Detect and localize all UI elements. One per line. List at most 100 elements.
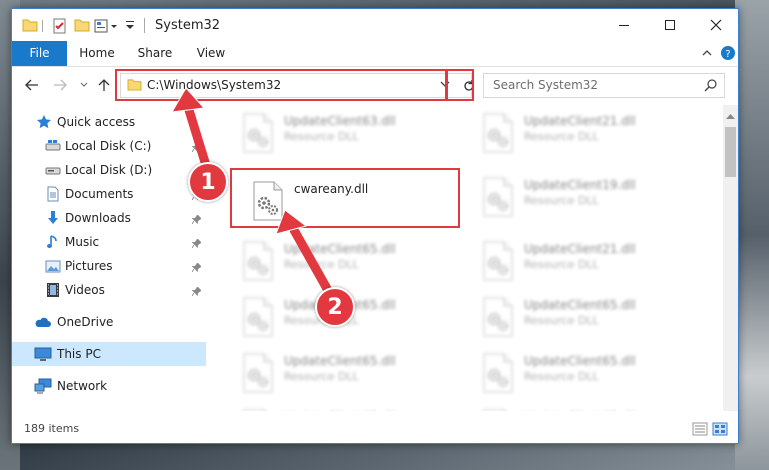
separator bbox=[42, 20, 44, 35]
file-item[interactable]: UpdateClient65.dll Resource DLL bbox=[472, 347, 702, 397]
file-item[interactable]: UpdateClient21.dll Resource DLL bbox=[472, 235, 702, 285]
large-icons-view-icon[interactable] bbox=[712, 422, 728, 436]
file-name: UpdateClient63.dll bbox=[284, 114, 396, 128]
dll-file-icon bbox=[240, 297, 276, 337]
up-button[interactable] bbox=[94, 76, 114, 94]
dll-file-icon bbox=[480, 297, 516, 337]
sidebar-item-local-disk-c[interactable]: Local Disk (C:) bbox=[12, 134, 206, 158]
sidebar-item-label: Music bbox=[65, 235, 100, 249]
computer-icon bbox=[34, 346, 52, 362]
close-button[interactable] bbox=[693, 9, 738, 41]
details-view-icon[interactable] bbox=[692, 422, 708, 436]
step-2-badge: 2 bbox=[315, 287, 355, 327]
file-type: Resource DLL bbox=[284, 130, 359, 143]
help-icon[interactable]: ? bbox=[720, 45, 736, 64]
pin-icon[interactable] bbox=[191, 213, 202, 227]
file-type: Resource DLL bbox=[524, 130, 599, 143]
forward-button[interactable] bbox=[50, 76, 70, 94]
customize-toolbar-icon[interactable] bbox=[94, 18, 122, 37]
file-item[interactable]: UpdateClient65.dllResource DLL bbox=[472, 403, 702, 411]
sidebar-item-label: Local Disk (C:) bbox=[65, 139, 152, 153]
downloads-icon bbox=[45, 210, 61, 226]
sidebar-item-network[interactable]: Network bbox=[12, 374, 206, 398]
maximize-button[interactable] bbox=[647, 9, 693, 41]
scroll-up-icon[interactable] bbox=[726, 108, 735, 122]
documents-icon bbox=[45, 186, 61, 202]
search-input[interactable]: Search System32 bbox=[493, 78, 598, 92]
file-type: Resource DLL bbox=[524, 370, 599, 383]
properties-icon[interactable] bbox=[52, 18, 68, 37]
file-item[interactable]: UpdateClient21.dll Resource DLL bbox=[472, 107, 702, 157]
minimize-button[interactable] bbox=[601, 9, 647, 41]
file-type: Resource DLL bbox=[524, 194, 599, 207]
quick-access-dropdown-icon[interactable] bbox=[125, 19, 135, 34]
file-item[interactable]: UpdateClient65.dllResource DLL bbox=[232, 347, 462, 397]
dll-file-icon bbox=[240, 353, 276, 393]
scroll-thumb[interactable] bbox=[725, 127, 736, 177]
sidebar-item-label: Quick access bbox=[57, 115, 136, 129]
dll-file-icon bbox=[480, 353, 516, 393]
new-folder-icon[interactable] bbox=[74, 18, 90, 35]
folder-icon bbox=[22, 18, 38, 35]
sidebar-item-videos[interactable]: Videos bbox=[12, 278, 206, 302]
sidebar-item-downloads[interactable]: Downloads bbox=[12, 206, 206, 230]
tab-home[interactable]: Home bbox=[72, 41, 122, 66]
file-name: UpdateClient19.dll bbox=[524, 178, 636, 192]
drive-icon bbox=[45, 162, 61, 178]
pin-icon[interactable] bbox=[191, 261, 202, 275]
dll-file-icon bbox=[480, 409, 516, 411]
tab-file[interactable]: File bbox=[12, 41, 67, 66]
videos-icon bbox=[45, 282, 61, 298]
step-1-badge: 1 bbox=[188, 162, 228, 202]
file-item[interactable]: UpdateClient65.dllResource DLL bbox=[232, 403, 462, 411]
sidebar-item-label: Network bbox=[57, 379, 108, 393]
sidebar-item-onedrive[interactable]: OneDrive bbox=[12, 310, 206, 334]
file-name: UpdateClient65.dll bbox=[524, 298, 636, 312]
file-name: UpdateClient21.dll bbox=[524, 114, 636, 128]
file-name: UpdateClient65.dll bbox=[284, 354, 396, 368]
navigation-pane: Quick access Local Disk (C:) Local Disk … bbox=[12, 109, 206, 409]
pin-icon[interactable] bbox=[191, 141, 202, 155]
file-item[interactable]: UpdateClient65.dllResource DLL bbox=[232, 235, 462, 285]
sidebar-item-quick-access[interactable]: Quick access bbox=[12, 110, 206, 134]
status-bar: 189 items bbox=[12, 415, 738, 443]
music-icon bbox=[45, 234, 61, 250]
file-list: UpdateClient63.dll Resource DLL cwareany.d… bbox=[210, 105, 722, 411]
sidebar-item-this-pc[interactable]: This PC bbox=[12, 342, 206, 366]
dll-file-icon bbox=[240, 113, 276, 153]
sidebar-item-label: This PC bbox=[57, 347, 101, 361]
sidebar-item-music[interactable]: Music bbox=[12, 230, 206, 254]
back-button[interactable] bbox=[22, 76, 42, 94]
file-name: UpdateClient21.dll bbox=[524, 242, 636, 256]
file-name: UpdateClient65.dll bbox=[524, 354, 636, 368]
sidebar-item-local-disk-d[interactable]: Local Disk (D:) bbox=[12, 158, 206, 182]
sidebar-item-label: Pictures bbox=[65, 259, 113, 273]
sidebar-item-label: Documents bbox=[65, 187, 134, 201]
sidebar-item-label: OneDrive bbox=[57, 315, 114, 329]
recent-locations-button[interactable] bbox=[74, 76, 94, 94]
dll-file-icon bbox=[240, 241, 276, 281]
file-name: UpdateClient65.dll bbox=[284, 242, 396, 256]
search-box[interactable]: Search System32 bbox=[483, 73, 725, 98]
window-title: System32 bbox=[155, 18, 221, 33]
search-icon[interactable] bbox=[704, 78, 718, 95]
desktop-wallpaper-right bbox=[735, 0, 769, 470]
pin-icon[interactable] bbox=[191, 285, 202, 299]
file-name: UpdateClient65.dll bbox=[524, 410, 636, 411]
sidebar-item-documents[interactable]: Documents bbox=[12, 182, 206, 206]
cloud-icon bbox=[34, 314, 51, 330]
file-item[interactable]: UpdateClient63.dll Resource DLL bbox=[232, 107, 462, 157]
star-icon bbox=[36, 114, 52, 130]
pictures-icon bbox=[45, 258, 61, 274]
title-separator bbox=[144, 18, 145, 33]
sidebar-item-label: Downloads bbox=[65, 211, 131, 225]
tab-share[interactable]: Share bbox=[130, 41, 180, 66]
vertical-scrollbar[interactable] bbox=[723, 105, 738, 411]
pin-icon[interactable] bbox=[191, 237, 202, 251]
file-item[interactable]: UpdateClient19.dll Resource DLL bbox=[472, 171, 702, 221]
sidebar-item-pictures[interactable]: Pictures bbox=[12, 254, 206, 278]
file-item[interactable]: UpdateClient65.dllResource DLL bbox=[472, 291, 702, 341]
dll-file-icon bbox=[480, 177, 516, 217]
tab-view[interactable]: View bbox=[186, 41, 236, 66]
expand-ribbon-icon[interactable] bbox=[700, 46, 714, 63]
